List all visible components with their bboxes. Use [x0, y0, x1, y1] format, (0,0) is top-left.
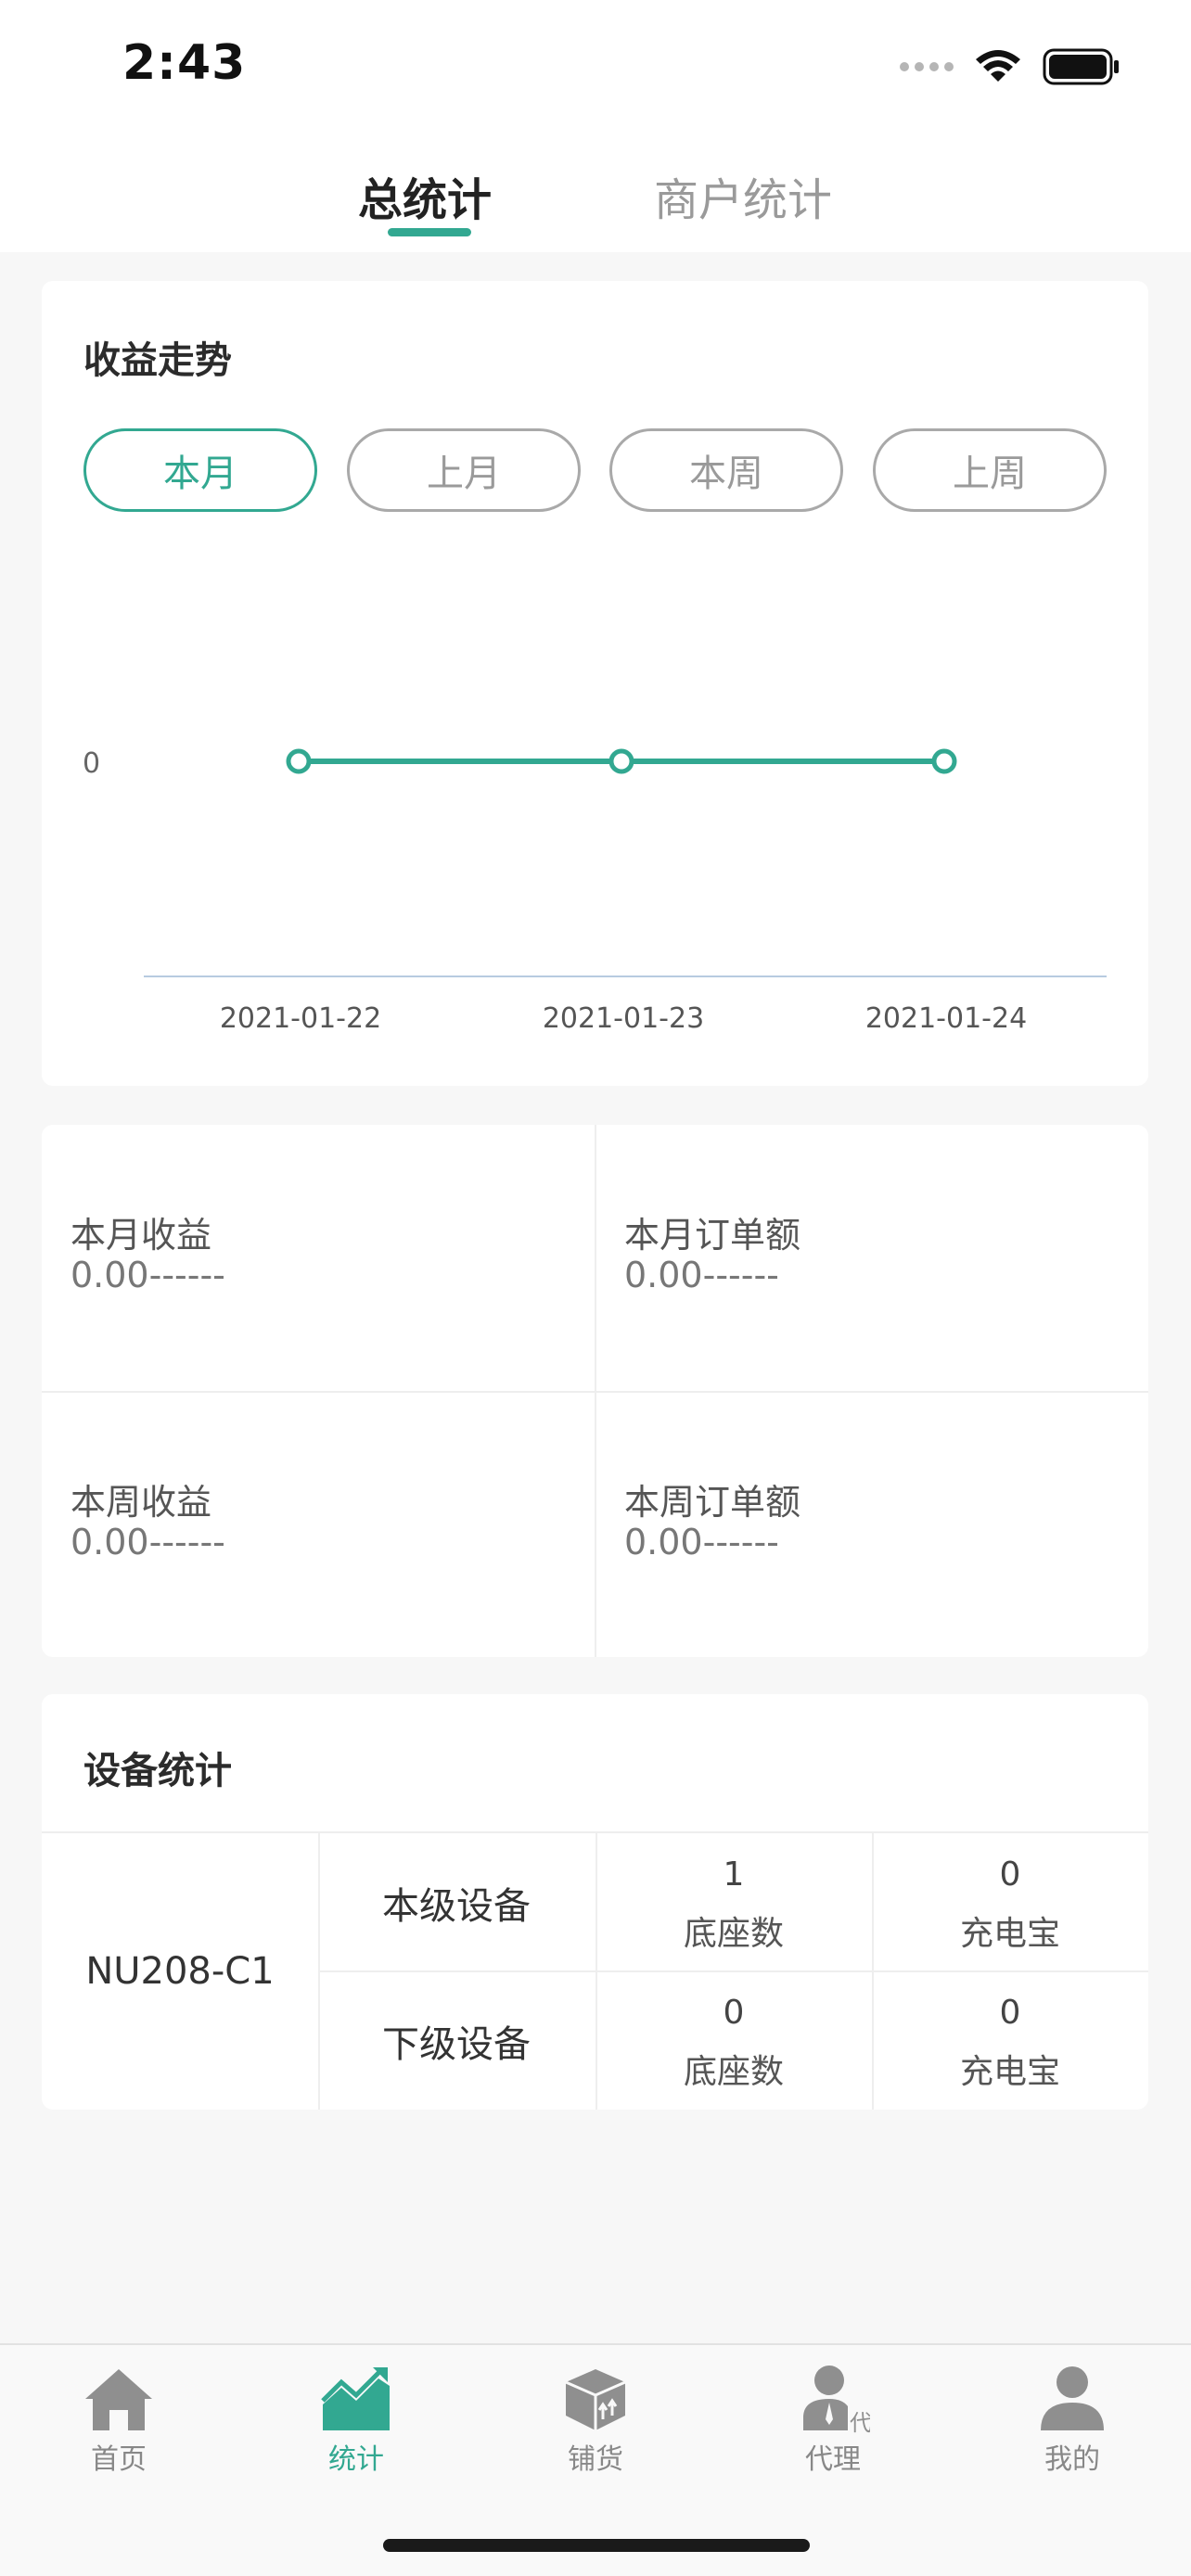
stat-number: 1 — [723, 1855, 745, 1894]
active-tab-indicator — [388, 228, 471, 236]
user-icon — [1041, 2366, 1104, 2430]
summary-cell-month-orders: 本月订单额 0.00------ — [596, 1125, 1148, 1391]
summary-value: 0.00------ — [70, 1255, 225, 1295]
nav-label: 首页 — [91, 2443, 147, 2476]
device-own-base-count: 1 底座数 — [596, 1833, 872, 1971]
stat-label: 底座数 — [683, 2053, 784, 2091]
nav-label: 铺货 — [568, 2443, 623, 2476]
x-tick-label: 2021-01-24 — [865, 1002, 1027, 1035]
nav-label: 统计 — [328, 2443, 384, 2476]
battery-icon — [1043, 48, 1119, 85]
stat-number: 0 — [999, 1855, 1021, 1894]
device-statistics-title: 设备统计 — [83, 1750, 232, 1792]
summary-cell-month-revenue: 本月收益 0.00------ — [42, 1125, 595, 1391]
wifi-icon — [976, 50, 1020, 82]
stat-label: 充电宝 — [959, 2053, 1060, 2091]
nav-item-distribution[interactable]: 铺货 — [531, 2364, 660, 2477]
stat-label: 充电宝 — [959, 1915, 1060, 1953]
device-sub-power-bank-count: 0 充电宝 — [872, 1971, 1148, 2110]
status-bar: 2:43 — [0, 0, 1191, 130]
summary-label: 本月收益 — [70, 1215, 212, 1256]
device-level-sub: 下级设备 — [382, 2022, 531, 2066]
revenue-line-chart: 0 2021-01-22 2021-01-23 2021-01-24 — [83, 747, 1107, 1035]
summary-value: 0.00------ — [624, 1522, 779, 1562]
x-tick-label: 2021-01-22 — [220, 1002, 381, 1035]
nav-item-agent[interactable]: 代 代理 — [768, 2364, 898, 2477]
chart-trend-icon — [321, 2367, 390, 2430]
signal-icon — [900, 62, 954, 71]
status-icons — [900, 45, 1121, 89]
summary-value: 0.00------ — [70, 1522, 225, 1562]
divider — [42, 1391, 1148, 1393]
status-time: 2:43 — [122, 35, 247, 91]
nav-item-statistics[interactable]: 统计 — [291, 2364, 421, 2477]
data-point — [931, 748, 957, 774]
data-point — [286, 748, 312, 774]
summary-value: 0.00------ — [624, 1255, 779, 1295]
device-sub-base-count: 0 底座数 — [596, 1971, 872, 2110]
tab-merchant-statistics[interactable]: 商户统计 — [654, 163, 832, 228]
summary-label: 本月订单额 — [624, 1215, 801, 1256]
nav-label: 代理 — [805, 2443, 861, 2476]
summary-cell-week-revenue: 本周收益 0.00------ — [42, 1392, 595, 1658]
nav-label: 我的 — [1044, 2443, 1100, 2476]
statistics-page: 2:43 总统计 商户统计 收益走势 本月 上月 本周 上周 0 2021-01… — [0, 0, 1191, 2576]
x-tick-label: 2021-01-23 — [543, 1002, 704, 1035]
device-model: NU208-C1 — [85, 1950, 275, 1993]
summary-label: 本周收益 — [70, 1482, 212, 1523]
stat-number: 0 — [999, 1994, 1021, 2032]
stat-number: 0 — [723, 1994, 745, 2032]
svg-text:代: 代 — [850, 2410, 870, 2434]
device-own-power-bank-count: 0 充电宝 — [872, 1833, 1148, 1971]
revenue-trend-card: 收益走势 本月 上月 本周 上周 0 2021-01-22 2021-01-23 20… — [42, 281, 1148, 1086]
device-statistics-card: 设备统计 NU208-C1 本级设备 1 底座数 0 充电宝 下级设备 0 底座… — [42, 1694, 1148, 2110]
nav-item-home[interactable]: 首页 — [54, 2364, 184, 2477]
summary-label: 本周订单额 — [624, 1482, 801, 1523]
summary-cell-week-orders: 本周订单额 0.00------ — [596, 1392, 1148, 1658]
device-level-own: 本级设备 — [382, 1884, 531, 1928]
top-tabs: 总统计 商户统计 — [0, 130, 1191, 252]
agent-icon: 代 — [803, 2366, 870, 2434]
home-indicator — [383, 2539, 810, 2552]
stat-label: 底座数 — [683, 1915, 784, 1953]
nav-item-mine[interactable]: 我的 — [1007, 2364, 1137, 2477]
home-icon — [85, 2369, 152, 2430]
data-point — [608, 748, 634, 774]
tab-total-statistics[interactable]: 总统计 — [358, 163, 492, 228]
box-icon — [565, 2369, 626, 2430]
y-tick-label: 0 — [83, 747, 100, 780]
revenue-summary-card: 本月收益 0.00------ 本月订单额 0.00------ 本周收益 0.… — [42, 1125, 1148, 1657]
